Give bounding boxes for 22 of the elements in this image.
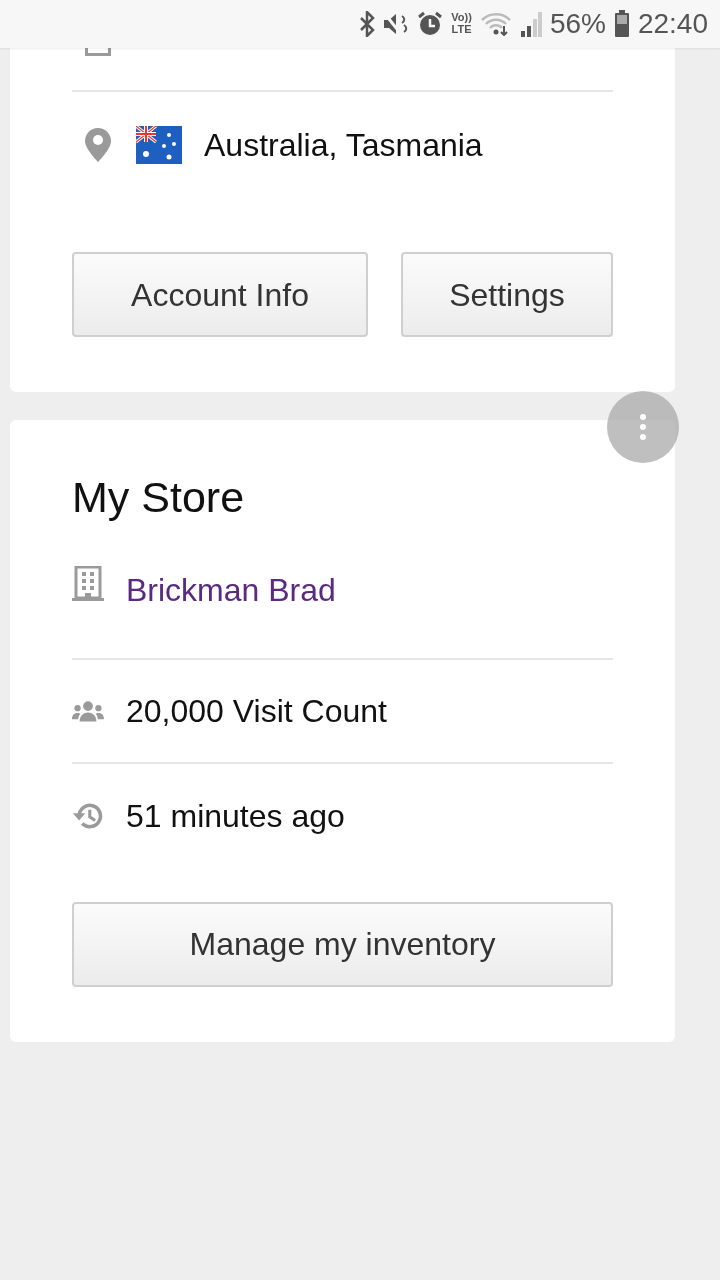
bluetooth-icon [359,11,376,37]
building-icon [72,565,104,602]
battery-icon [613,10,630,38]
manage-inventory-button[interactable]: Manage my inventory [72,901,613,987]
section-title: My Store [72,472,246,523]
flag-icon [136,126,182,164]
wifi-icon [479,12,512,36]
last-active-time: 51 minutes ago [126,796,345,836]
settings-button[interactable]: Settings [401,252,613,337]
calendar-icon [83,46,113,58]
map-pin-icon [84,127,112,163]
store-name-link[interactable]: Brickman Brad [126,565,336,614]
location-text: Australia, Tasmania [204,126,483,165]
mute-icon [383,12,410,36]
signal-icon [519,11,542,37]
more-icon [639,413,647,441]
alarm-icon [417,11,444,37]
volte-indicator: Vo)) LTE [451,12,472,36]
clock-time: 22:40 [637,10,708,38]
visit-count: 20,000 Visit Count [126,691,387,731]
battery-percent: 56% [549,10,606,38]
account-info-button[interactable]: Account Info [72,252,368,337]
